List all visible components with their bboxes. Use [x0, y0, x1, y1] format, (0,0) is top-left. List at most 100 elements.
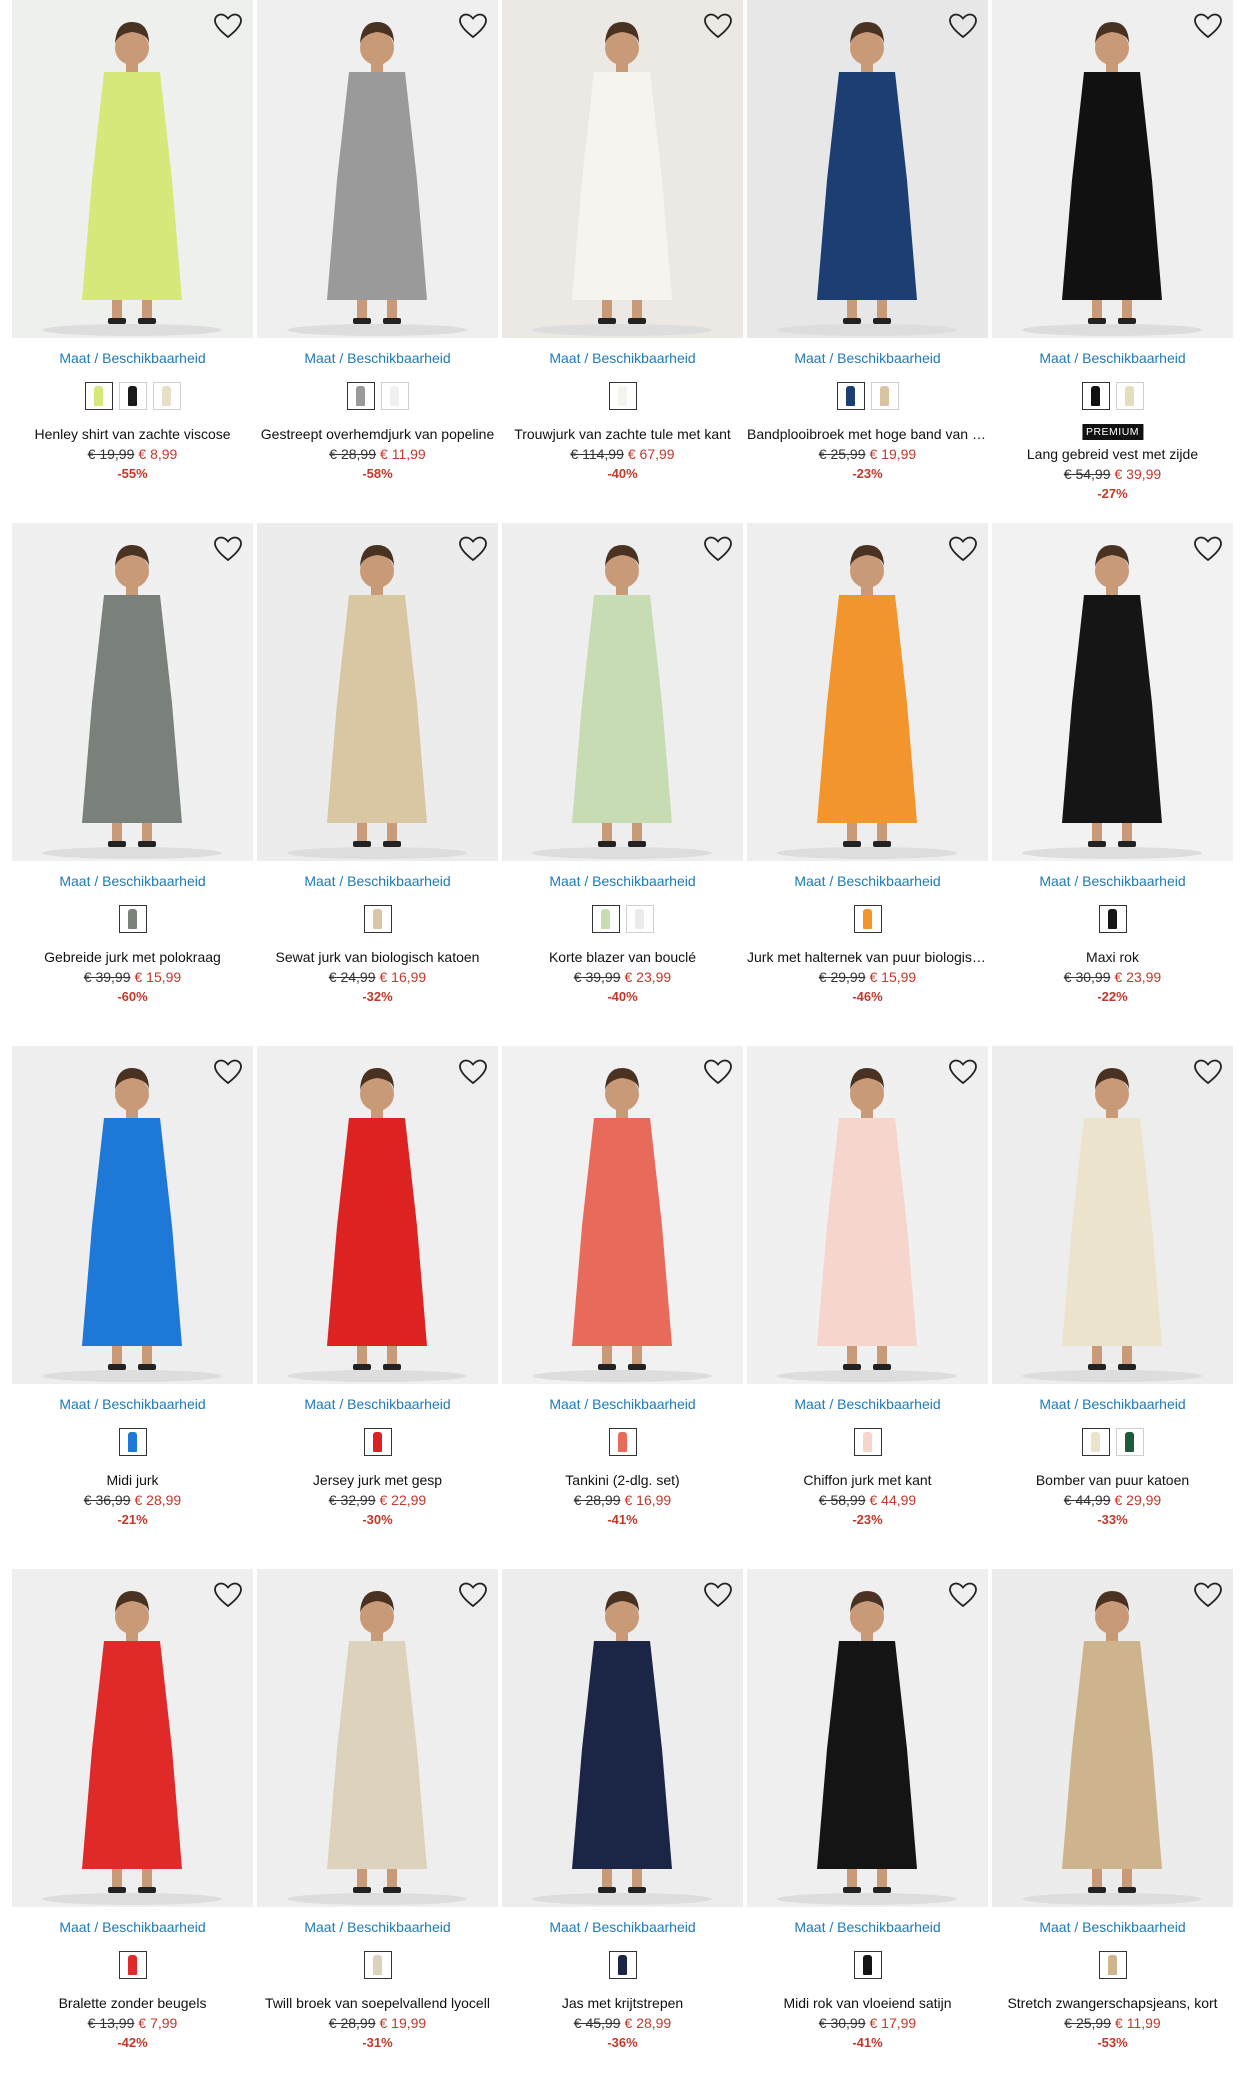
product-image[interactable] — [747, 0, 988, 338]
size-availability-link[interactable]: Maat / Beschikbaarheid — [257, 873, 498, 889]
size-availability-link[interactable]: Maat / Beschikbaarheid — [12, 350, 253, 366]
heart-icon[interactable] — [948, 535, 978, 563]
size-availability-link[interactable]: Maat / Beschikbaarheid — [257, 1396, 498, 1412]
product-card[interactable]: Maat / Beschikbaarheid Maxi rok € 30,99 €… — [992, 523, 1233, 1023]
heart-icon[interactable] — [948, 12, 978, 40]
product-card[interactable]: Maat / Beschikbaarheid Twill broek van s… — [257, 1569, 498, 2069]
color-swatch[interactable] — [152, 382, 181, 410]
product-card[interactable]: Maat / Beschikbaarheid Midi rok van vloe… — [747, 1569, 988, 2069]
color-swatch[interactable] — [1115, 1428, 1144, 1456]
product-image[interactable] — [12, 0, 253, 338]
product-card[interactable]: Maat / Beschikbaarheid PREMIUM Lang gebr… — [992, 0, 1233, 501]
heart-icon[interactable] — [703, 12, 733, 40]
color-swatch[interactable] — [1115, 382, 1144, 410]
product-name[interactable]: Chiffon jurk met kant — [747, 1472, 988, 1488]
product-name[interactable]: Sewat jurk van biologisch katoen — [257, 949, 498, 965]
product-name[interactable]: Gestreept overhemdjurk van popeline — [257, 426, 498, 442]
heart-icon[interactable] — [703, 1058, 733, 1086]
color-swatch[interactable] — [118, 1428, 147, 1456]
product-image[interactable] — [257, 523, 498, 861]
product-name[interactable]: Gebreide jurk met polokraag — [12, 949, 253, 965]
size-availability-link[interactable]: Maat / Beschikbaarheid — [747, 873, 988, 889]
size-availability-link[interactable]: Maat / Beschikbaarheid — [257, 1919, 498, 1935]
size-availability-link[interactable]: Maat / Beschikbaarheid — [12, 1396, 253, 1412]
heart-icon[interactable] — [703, 535, 733, 563]
product-card[interactable]: Maat / Beschikbaarheid Trouwjurk van zac… — [502, 0, 743, 500]
heart-icon[interactable] — [213, 535, 243, 563]
product-card[interactable]: Maat / Beschikbaarheid Jurk met halterne… — [747, 523, 988, 1023]
product-name[interactable]: Midi rok van vloeiend satijn — [747, 1995, 988, 2011]
heart-icon[interactable] — [458, 12, 488, 40]
color-swatch[interactable] — [363, 1951, 392, 1979]
product-name[interactable]: Maxi rok — [992, 949, 1233, 965]
color-swatch[interactable] — [1081, 1428, 1110, 1456]
size-availability-link[interactable]: Maat / Beschikbaarheid — [12, 873, 253, 889]
heart-icon[interactable] — [1193, 1058, 1223, 1086]
color-swatch[interactable] — [1098, 1951, 1127, 1979]
size-availability-link[interactable]: Maat / Beschikbaarheid — [502, 350, 743, 366]
heart-icon[interactable] — [1193, 1581, 1223, 1609]
product-card[interactable]: Maat / Beschikbaarheid Sewat jurk van bi… — [257, 523, 498, 1023]
product-image[interactable] — [992, 0, 1233, 338]
size-availability-link[interactable]: Maat / Beschikbaarheid — [747, 1919, 988, 1935]
product-card[interactable]: Maat / Beschikbaarheid Gebreide jurk met… — [12, 523, 253, 1023]
product-image[interactable] — [12, 1569, 253, 1907]
product-name[interactable]: Bomber van puur katoen — [992, 1472, 1233, 1488]
product-image[interactable] — [502, 523, 743, 861]
product-card[interactable]: Maat / Beschikbaarheid Henley shirt van … — [12, 0, 253, 500]
size-availability-link[interactable]: Maat / Beschikbaarheid — [502, 873, 743, 889]
color-swatch[interactable] — [346, 382, 375, 410]
color-swatch[interactable] — [591, 905, 620, 933]
product-card[interactable]: Maat / Beschikbaarheid Chiffon jurk met … — [747, 1046, 988, 1546]
product-name[interactable]: Jurk met halternek van puur biologisch k… — [747, 949, 988, 965]
heart-icon[interactable] — [458, 1581, 488, 1609]
product-image[interactable] — [992, 523, 1233, 861]
color-swatch[interactable] — [380, 382, 409, 410]
color-swatch[interactable] — [118, 905, 147, 933]
product-name[interactable]: Lang gebreid vest met zijde — [992, 446, 1233, 462]
product-image[interactable] — [257, 1569, 498, 1907]
product-image[interactable] — [502, 1046, 743, 1384]
color-swatch[interactable] — [1081, 382, 1110, 410]
heart-icon[interactable] — [458, 535, 488, 563]
product-card[interactable]: Maat / Beschikbaarheid Bandplooibroek me… — [747, 0, 988, 500]
product-card[interactable]: Maat / Beschikbaarheid Tankini (2-dlg. s… — [502, 1046, 743, 1546]
size-availability-link[interactable]: Maat / Beschikbaarheid — [502, 1396, 743, 1412]
color-swatch[interactable] — [870, 382, 899, 410]
product-card[interactable]: Maat / Beschikbaarheid Jas met krijtstre… — [502, 1569, 743, 2069]
product-name[interactable]: Tankini (2-dlg. set) — [502, 1472, 743, 1488]
product-name[interactable]: Henley shirt van zachte viscose — [12, 426, 253, 442]
product-name[interactable]: Bralette zonder beugels — [12, 1995, 253, 2011]
heart-icon[interactable] — [1193, 12, 1223, 40]
color-swatch[interactable] — [608, 1428, 637, 1456]
product-name[interactable]: Korte blazer van bouclé — [502, 949, 743, 965]
product-image[interactable] — [747, 1569, 988, 1907]
product-name[interactable]: Jas met krijtstrepen — [502, 1995, 743, 2011]
product-name[interactable]: Stretch zwangerschapsjeans, kort — [992, 1995, 1233, 2011]
product-image[interactable] — [747, 523, 988, 861]
product-image[interactable] — [257, 0, 498, 338]
size-availability-link[interactable]: Maat / Beschikbaarheid — [12, 1919, 253, 1935]
product-name[interactable]: Twill broek van soepelvallend lyocell — [257, 1995, 498, 2011]
product-name[interactable]: Trouwjurk van zachte tule met kant — [502, 426, 743, 442]
heart-icon[interactable] — [458, 1058, 488, 1086]
heart-icon[interactable] — [1193, 535, 1223, 563]
product-card[interactable]: Maat / Beschikbaarheid Midi jurk € 36,99… — [12, 1046, 253, 1546]
product-name[interactable]: Midi jurk — [12, 1472, 253, 1488]
color-swatch[interactable] — [853, 1951, 882, 1979]
heart-icon[interactable] — [948, 1058, 978, 1086]
color-swatch[interactable] — [608, 382, 637, 410]
size-availability-link[interactable]: Maat / Beschikbaarheid — [747, 1396, 988, 1412]
product-image[interactable] — [992, 1046, 1233, 1384]
product-name[interactable]: Jersey jurk met gesp — [257, 1472, 498, 1488]
color-swatch[interactable] — [853, 905, 882, 933]
product-card[interactable]: Maat / Beschikbaarheid Bralette zonder b… — [12, 1569, 253, 2069]
size-availability-link[interactable]: Maat / Beschikbaarheid — [992, 1396, 1233, 1412]
heart-icon[interactable] — [213, 1581, 243, 1609]
product-image[interactable] — [747, 1046, 988, 1384]
size-availability-link[interactable]: Maat / Beschikbaarheid — [992, 873, 1233, 889]
product-image[interactable] — [12, 523, 253, 861]
color-swatch[interactable] — [608, 1951, 637, 1979]
product-image[interactable] — [992, 1569, 1233, 1907]
product-image[interactable] — [257, 1046, 498, 1384]
